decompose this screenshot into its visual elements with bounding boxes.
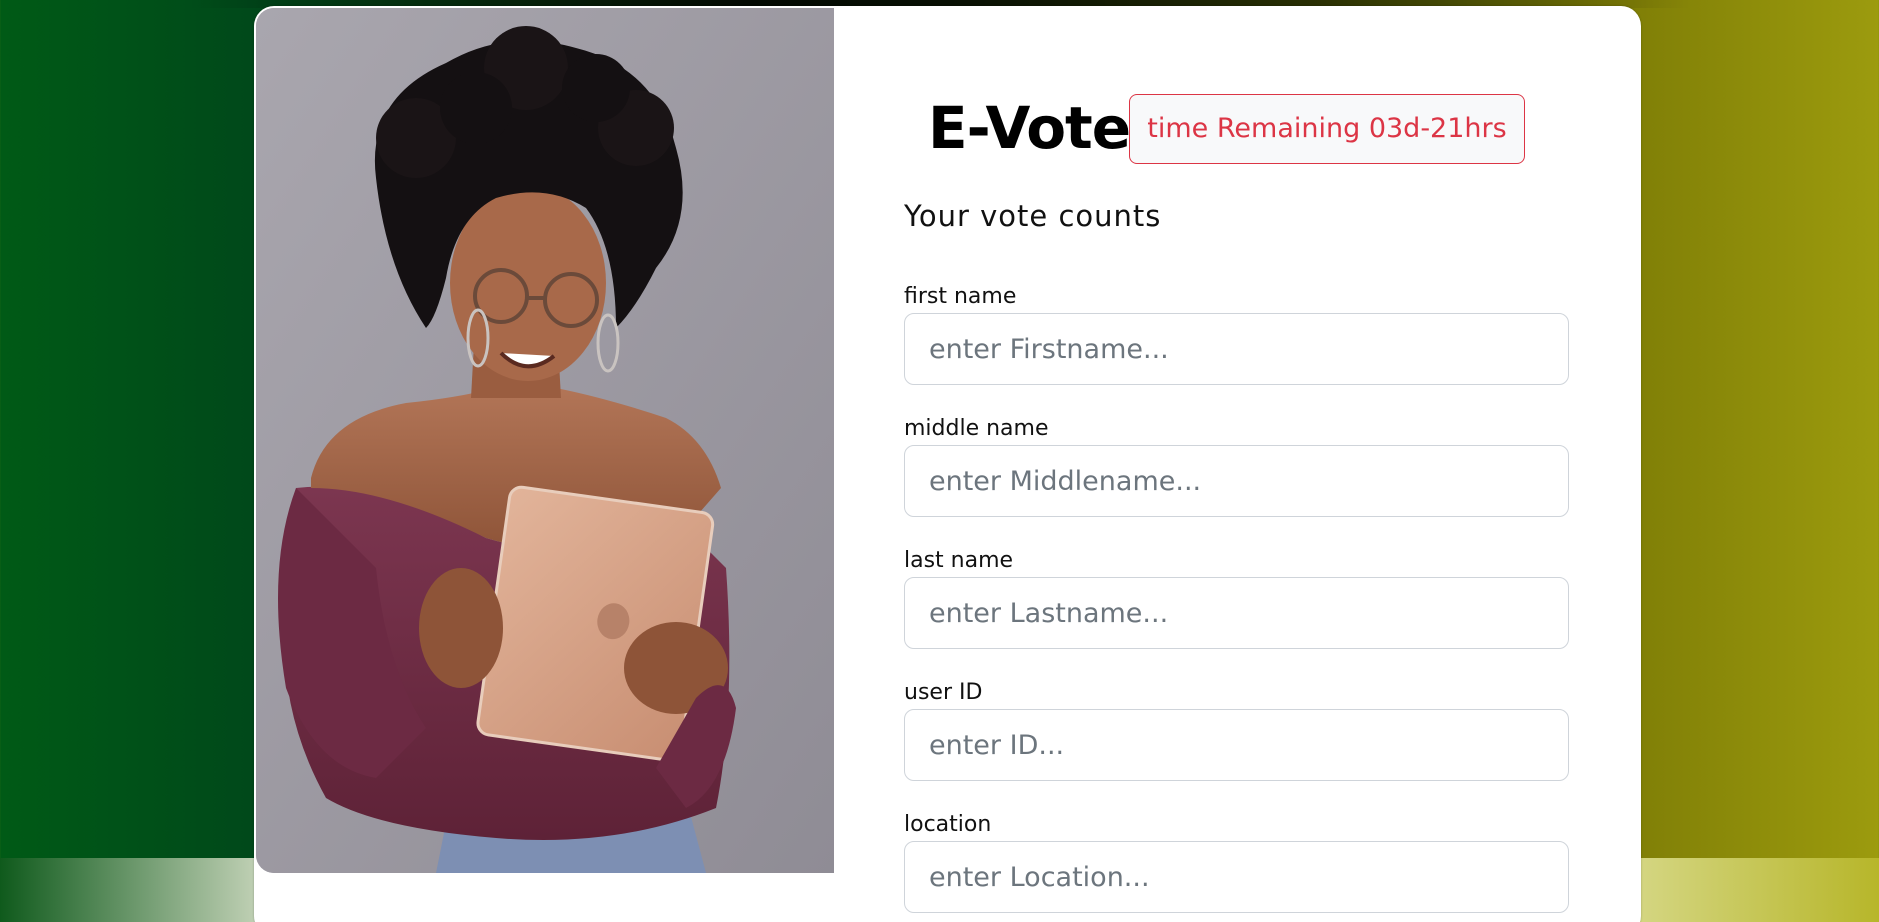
last-name-field: last name <box>904 546 1569 649</box>
app-title: E-Vote <box>928 94 1131 162</box>
location-label: location <box>904 812 992 837</box>
registration-form: E-Vote time Remaining 03d-21hrs Your vot… <box>904 6 1624 922</box>
location-input[interactable] <box>904 841 1569 913</box>
time-remaining-badge: time Remaining 03d-21hrs <box>1129 94 1525 164</box>
location-field: location <box>904 810 1569 913</box>
last-name-label: last name <box>904 548 1014 573</box>
first-name-input[interactable] <box>904 313 1569 385</box>
vote-card: E-Vote time Remaining 03d-21hrs Your vot… <box>254 6 1641 922</box>
user-id-input[interactable] <box>904 709 1569 781</box>
first-name-field: first name <box>904 282 1569 385</box>
woman-with-tablet-photo <box>256 8 834 873</box>
first-name-label: first name <box>904 284 1017 309</box>
middle-name-input[interactable] <box>904 445 1569 517</box>
user-id-field: user ID <box>904 678 1569 781</box>
middle-name-label: middle name <box>904 416 1049 441</box>
last-name-input[interactable] <box>904 577 1569 649</box>
brand-row: E-Vote time Remaining 03d-21hrs <box>904 86 1624 170</box>
middle-name-field: middle name <box>904 414 1569 517</box>
tagline: Your vote counts <box>904 199 1162 233</box>
user-id-label: user ID <box>904 680 983 705</box>
